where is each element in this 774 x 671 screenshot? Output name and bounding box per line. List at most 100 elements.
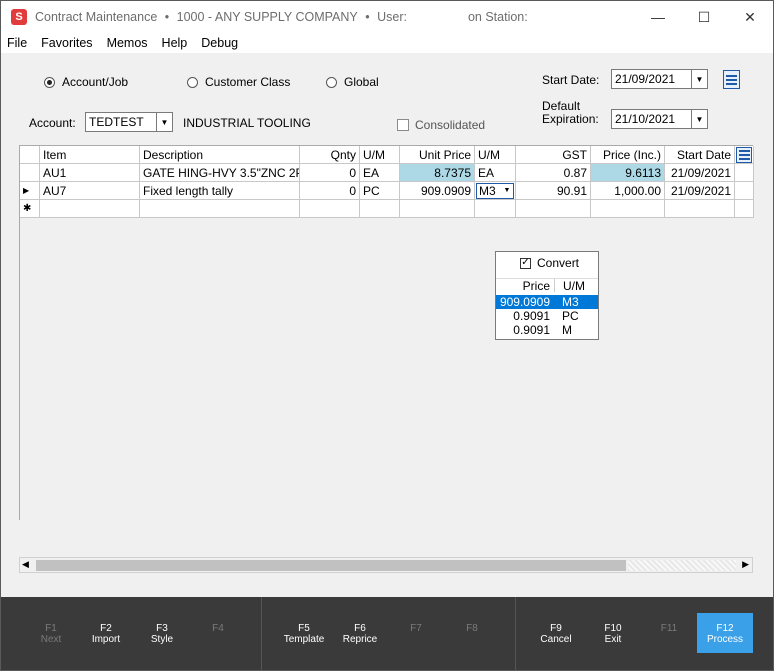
scroll-thumb[interactable]: [36, 560, 626, 571]
menu-memos[interactable]: Memos: [107, 36, 148, 50]
expiration-date-value: 21/10/2021: [615, 112, 676, 126]
cell-price-inc[interactable]: 1,000.00: [591, 182, 665, 200]
f10-exit-button[interactable]: F10 Exit: [585, 623, 641, 645]
row-header[interactable]: [20, 164, 40, 182]
f12-process-button[interactable]: F12 Process: [697, 613, 753, 653]
menu-help[interactable]: Help: [162, 36, 188, 50]
consolidated-checkbox[interactable]: Consolidated: [397, 118, 485, 132]
fkey-key: F2: [100, 623, 112, 634]
convert-checkbox[interactable]: ✓ Convert: [520, 256, 579, 270]
cell-qnty[interactable]: 0: [300, 164, 360, 182]
radio-empty-icon: [187, 76, 198, 88]
col-header-um[interactable]: U/M: [360, 146, 400, 164]
account-combo[interactable]: TEDTEST ▼: [85, 112, 173, 132]
menu-favorites[interactable]: Favorites: [41, 36, 92, 50]
cell-description[interactable]: [140, 200, 300, 218]
cell-qnty[interactable]: [300, 200, 360, 218]
title-screen-name: Contract Maintenance: [35, 10, 158, 24]
cell-gst[interactable]: 90.91: [516, 182, 591, 200]
cell-gst[interactable]: [516, 200, 591, 218]
new-row[interactable]: ✱: [20, 200, 754, 218]
options-menu-icon[interactable]: [723, 70, 740, 89]
scroll-right-icon[interactable]: ▶: [742, 559, 749, 570]
f7-button[interactable]: F7: [388, 623, 444, 634]
radio-account-job[interactable]: Account/Job: [44, 75, 128, 89]
new-row-icon[interactable]: ✱: [20, 200, 40, 218]
col-header-description[interactable]: Description: [140, 146, 300, 164]
cell-qnty[interactable]: 0: [300, 182, 360, 200]
f3-style-button[interactable]: F3 Style: [134, 623, 190, 645]
close-icon[interactable]: ✕: [727, 1, 773, 33]
f4-button[interactable]: F4: [190, 623, 246, 634]
cell-item[interactable]: [40, 200, 140, 218]
cell-um2[interactable]: [475, 200, 516, 218]
col-header-um2[interactable]: U/M: [475, 146, 516, 164]
col-header-gst[interactable]: GST: [516, 146, 591, 164]
chevron-down-icon[interactable]: ▼: [691, 110, 707, 128]
grid-columns-menu-icon[interactable]: [736, 146, 752, 163]
cell-start-date[interactable]: [665, 200, 735, 218]
cell-unit-price[interactable]: 909.0909: [400, 182, 475, 200]
col-header-price-inc[interactable]: Price (Inc.): [591, 146, 665, 164]
radio-customer-class[interactable]: Customer Class: [187, 75, 290, 89]
cell-description[interactable]: Fixed length tally: [140, 182, 300, 200]
cell-start-date[interactable]: 21/09/2021: [665, 182, 735, 200]
um-option[interactable]: 909.0909 M3: [496, 295, 598, 309]
title-company: 1000 - ANY SUPPLY COMPANY: [176, 10, 358, 24]
cell-description[interactable]: GATE HING-HVY 3.5"ZNC 2P: [140, 164, 300, 182]
table-row[interactable]: AU1 GATE HING-HVY 3.5"ZNC 2P 0 EA 8.7375…: [20, 164, 754, 182]
cell-unit-price[interactable]: [400, 200, 475, 218]
f5-template-button[interactable]: F5 Template: [276, 623, 332, 645]
col-header-start-date[interactable]: Start Date: [665, 146, 735, 164]
f8-button[interactable]: F8: [444, 623, 500, 634]
chevron-down-icon[interactable]: ▼: [501, 187, 513, 194]
radio-global[interactable]: Global: [326, 75, 379, 89]
col-header-item[interactable]: Item: [40, 146, 140, 164]
menu-file[interactable]: File: [7, 36, 27, 50]
um-option[interactable]: 0.9091 PC: [496, 309, 598, 323]
current-row-icon[interactable]: ▶: [20, 182, 40, 200]
cell-price-inc[interactable]: 9.6113: [591, 164, 665, 182]
maximize-icon[interactable]: ☐: [681, 1, 727, 33]
um-option-price: 0.9091: [513, 323, 550, 337]
um-combo[interactable]: M3 ▼: [476, 182, 514, 199]
checkmark-icon: ✓: [520, 257, 531, 269]
f11-button[interactable]: F11: [641, 623, 697, 634]
cell-um2[interactable]: EA: [475, 164, 516, 182]
popup-header: Price U/M: [496, 278, 598, 293]
menu-debug[interactable]: Debug: [201, 36, 238, 50]
horizontal-scrollbar[interactable]: ◀ ▶: [19, 557, 753, 573]
um-option[interactable]: 0.9091 M: [496, 323, 598, 337]
fkey-key: F7: [410, 623, 422, 634]
cell-unit-price[interactable]: 8.7375: [400, 164, 475, 182]
cell-um[interactable]: [360, 200, 400, 218]
contract-grid[interactable]: Item Description Qnty U/M Unit Price U/M…: [19, 145, 754, 520]
col-header-unit-price[interactable]: Unit Price: [400, 146, 475, 164]
popup-header-price: Price: [522, 279, 550, 293]
cell-um2-editor[interactable]: M3 ▼: [475, 182, 516, 200]
f2-import-button[interactable]: F2 Import: [78, 623, 134, 645]
table-row[interactable]: ▶ AU7 Fixed length tally 0 PC 909.0909 M…: [20, 182, 754, 200]
cell-um[interactable]: PC: [360, 182, 400, 200]
fkey-separator: [261, 597, 262, 670]
cell-price-inc[interactable]: [591, 200, 665, 218]
title-station-label: on Station:: [467, 10, 528, 24]
f6-reprice-button[interactable]: F6 Reprice: [332, 623, 388, 645]
f1-next-button[interactable]: F1 Next: [23, 623, 79, 645]
fkey-label: Next: [40, 634, 62, 645]
cell-item[interactable]: AU7: [40, 182, 140, 200]
cell-gst[interactable]: 0.87: [516, 164, 591, 182]
col-header-qnty[interactable]: Qnty: [300, 146, 360, 164]
chevron-down-icon[interactable]: ▼: [691, 70, 707, 88]
cell-start-date[interactable]: 21/09/2021: [665, 164, 735, 182]
chevron-down-icon[interactable]: ▼: [156, 113, 172, 131]
fkey-key: F5: [298, 623, 310, 634]
cell-um[interactable]: EA: [360, 164, 400, 182]
scroll-left-icon[interactable]: ◀: [22, 559, 29, 570]
cell-filler: [735, 164, 754, 182]
minimize-icon[interactable]: —: [635, 1, 681, 33]
expiration-date-picker[interactable]: 21/10/2021 ▼: [611, 109, 708, 129]
cell-item[interactable]: AU1: [40, 164, 140, 182]
f9-cancel-button[interactable]: F9 Cancel: [528, 623, 584, 645]
start-date-picker[interactable]: 21/09/2021 ▼: [611, 69, 708, 89]
